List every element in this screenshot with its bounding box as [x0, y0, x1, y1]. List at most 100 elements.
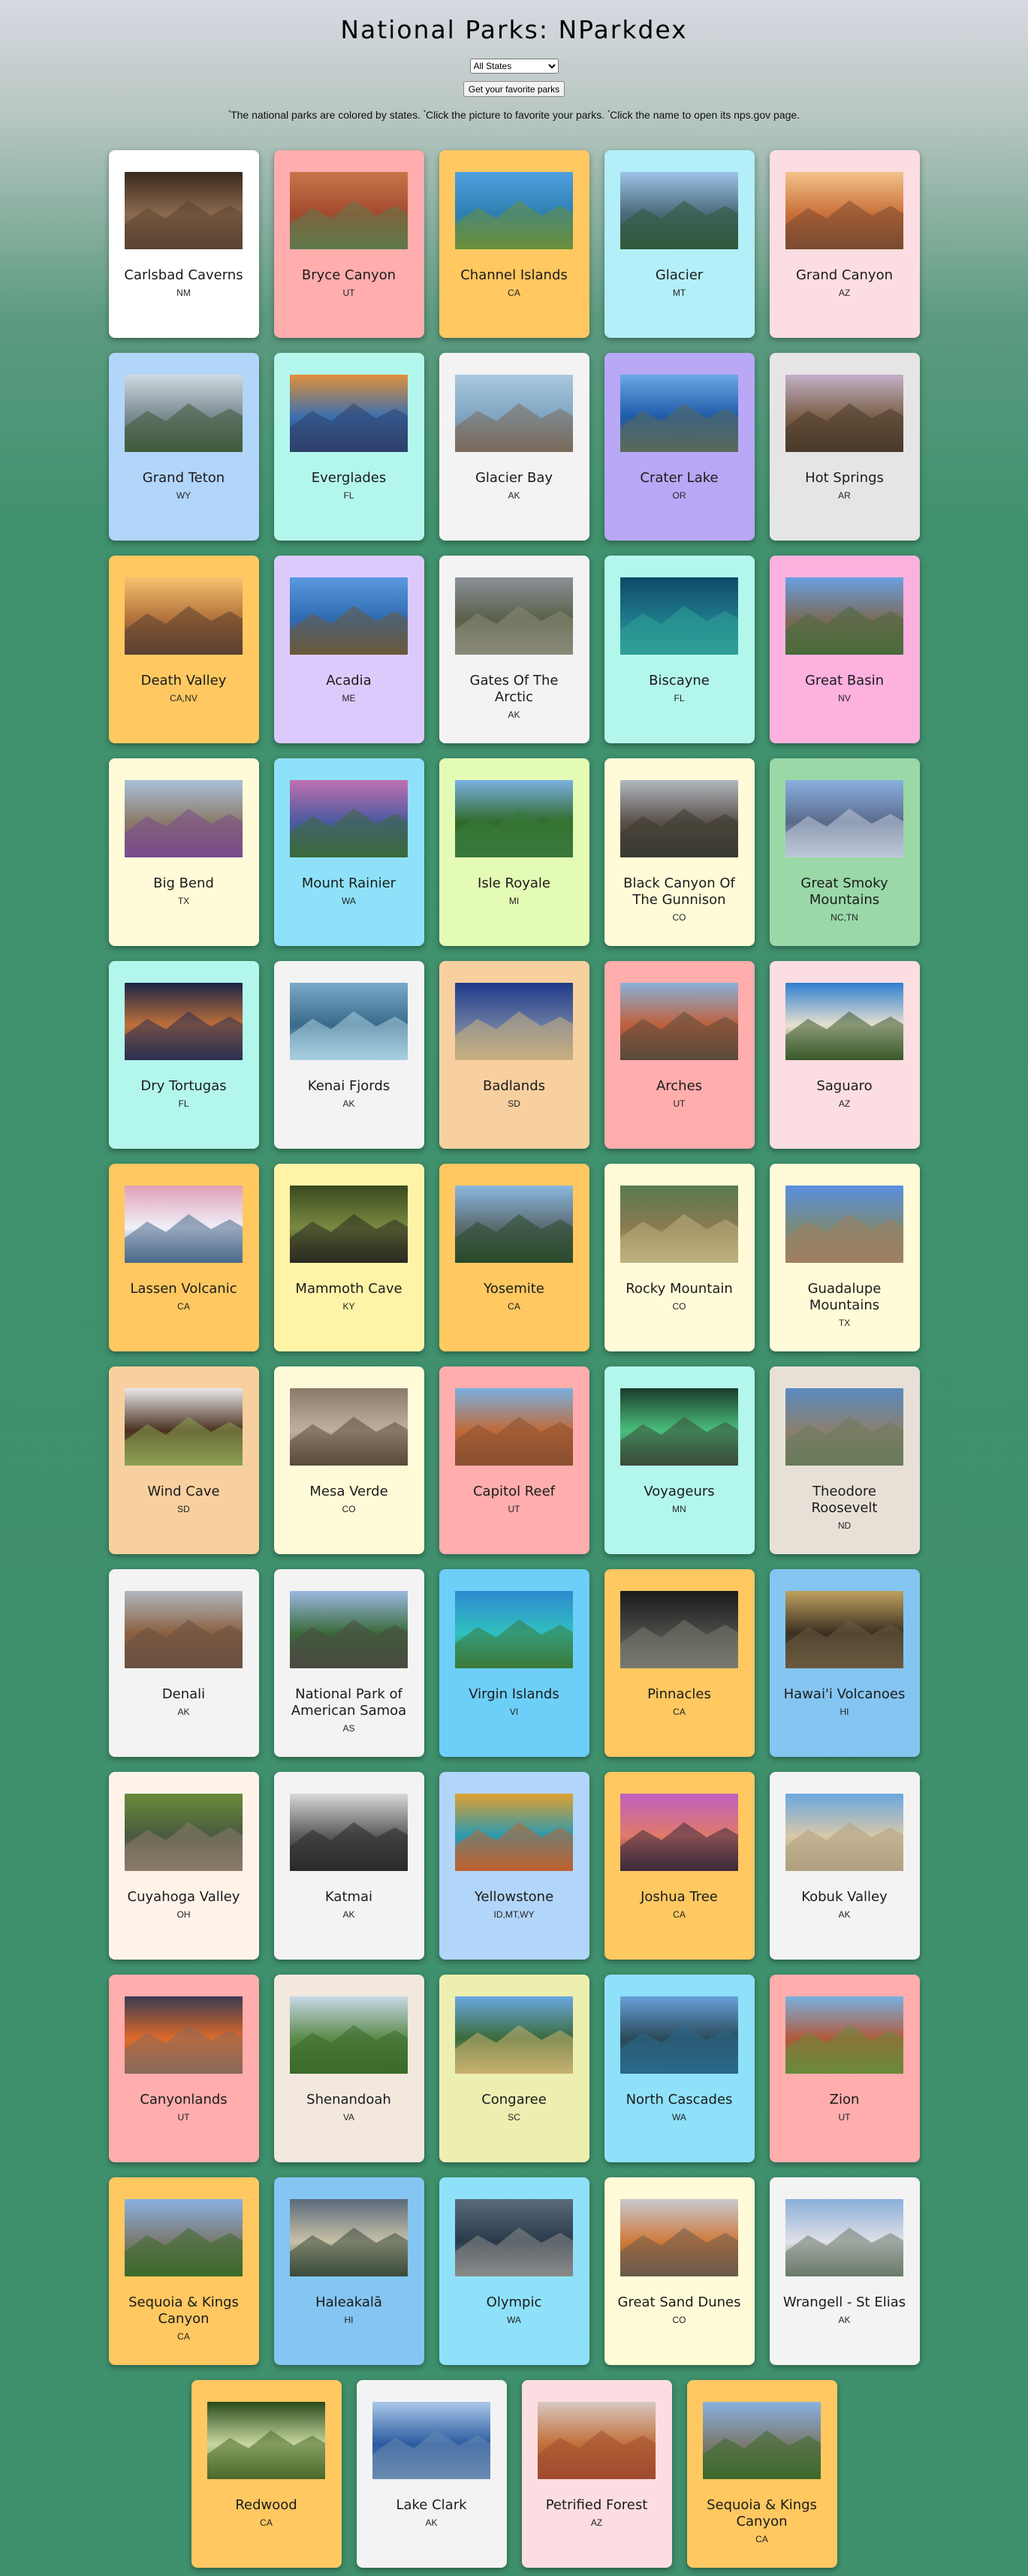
park-photo[interactable] [455, 172, 573, 249]
park-name-link[interactable]: Great Basin [791, 673, 897, 689]
park-photo[interactable] [290, 1996, 408, 2074]
park-name-link[interactable]: Saguaro [803, 1078, 885, 1095]
park-name-link[interactable]: Isle Royale [464, 875, 564, 892]
get-favorite-parks-button[interactable]: Get your favorite parks [463, 81, 565, 97]
park-name-link[interactable]: North Cascades [613, 2092, 746, 2108]
park-photo[interactable] [125, 780, 243, 857]
park-name-link[interactable]: Channel Islands [447, 267, 581, 284]
park-photo[interactable] [785, 2199, 903, 2276]
park-name-link[interactable]: Yellowstone [461, 1889, 567, 1906]
park-name-link[interactable]: Haleakalā [302, 2294, 396, 2311]
park-name-link[interactable]: Mount Rainier [288, 875, 409, 892]
park-photo[interactable] [620, 172, 738, 249]
park-name-link[interactable]: Hot Springs [791, 470, 897, 487]
park-name-link[interactable]: Katmai [312, 1889, 386, 1906]
park-name-link[interactable]: Theodore Roosevelt [770, 1484, 920, 1517]
park-photo[interactable] [125, 2199, 243, 2276]
park-photo[interactable] [785, 780, 903, 857]
park-photo[interactable] [620, 1591, 738, 1668]
park-photo[interactable] [372, 2402, 490, 2479]
park-photo[interactable] [455, 1591, 573, 1668]
park-name-link[interactable]: Sequoia & Kings Canyon [109, 2294, 259, 2327]
park-name-link[interactable]: Rocky Mountain [612, 1281, 746, 1297]
park-photo[interactable] [290, 983, 408, 1060]
park-name-link[interactable]: Big Bend [140, 875, 228, 892]
park-photo[interactable] [785, 1388, 903, 1466]
park-name-link[interactable]: Wrangell - St Elias [770, 2294, 919, 2311]
park-photo[interactable] [125, 1186, 243, 1263]
park-name-link[interactable]: Sequoia & Kings Canyon [687, 2497, 837, 2530]
park-name-link[interactable]: Bryce Canyon [288, 267, 409, 284]
park-photo[interactable] [785, 577, 903, 655]
park-photo[interactable] [620, 1388, 738, 1466]
park-name-link[interactable]: Dry Tortugas [127, 1078, 240, 1095]
park-name-link[interactable]: Great Sand Dunes [604, 2294, 755, 2311]
park-photo[interactable] [620, 375, 738, 452]
park-photo[interactable] [620, 2199, 738, 2276]
park-name-link[interactable]: Glacier Bay [462, 470, 566, 487]
park-photo[interactable] [125, 1996, 243, 2074]
park-photo[interactable] [703, 2402, 821, 2479]
park-name-link[interactable]: Wind Cave [134, 1484, 233, 1500]
park-photo[interactable] [455, 983, 573, 1060]
park-name-link[interactable]: Capitol Reef [460, 1484, 568, 1500]
park-name-link[interactable]: Grand Teton [129, 470, 238, 487]
park-photo[interactable] [290, 780, 408, 857]
park-photo[interactable] [785, 1794, 903, 1871]
park-photo[interactable] [620, 983, 738, 1060]
park-photo[interactable] [538, 2402, 656, 2479]
state-filter-select[interactable]: All States [469, 59, 559, 74]
park-name-link[interactable]: Pinnacles [634, 1686, 725, 1703]
park-name-link[interactable]: Acadia [312, 673, 384, 689]
park-photo[interactable] [125, 172, 243, 249]
park-name-link[interactable]: Redwood [222, 2497, 310, 2514]
park-photo[interactable] [125, 1388, 243, 1466]
park-photo[interactable] [785, 1996, 903, 2074]
park-photo[interactable] [125, 1794, 243, 1871]
park-photo[interactable] [785, 172, 903, 249]
park-photo[interactable] [207, 2402, 325, 2479]
park-photo[interactable] [455, 577, 573, 655]
park-name-link[interactable]: Glacier [642, 267, 716, 284]
park-photo[interactable] [620, 1996, 738, 2074]
park-name-link[interactable]: Carlsbad Caverns [110, 267, 256, 284]
park-name-link[interactable]: Biscayne [635, 673, 723, 689]
park-name-link[interactable]: Virgin Islands [455, 1686, 573, 1703]
park-photo[interactable] [785, 1591, 903, 1668]
park-name-link[interactable]: Black Canyon Of The Gunnison [604, 875, 755, 908]
park-photo[interactable] [125, 577, 243, 655]
park-name-link[interactable]: Kobuk Valley [788, 1889, 901, 1906]
park-name-link[interactable]: Yosemite [470, 1281, 558, 1297]
park-name-link[interactable]: Olympic [473, 2294, 556, 2311]
park-name-link[interactable]: Arches [643, 1078, 716, 1095]
park-name-link[interactable]: Hawai'i Volcanoes [770, 1686, 919, 1703]
park-photo[interactable] [290, 577, 408, 655]
park-name-link[interactable]: Canyonlands [126, 2092, 240, 2108]
park-name-link[interactable]: National Park of American Samoa [274, 1686, 424, 1719]
park-photo[interactable] [455, 780, 573, 857]
park-photo[interactable] [125, 983, 243, 1060]
park-photo[interactable] [290, 375, 408, 452]
park-name-link[interactable]: Death Valley [128, 673, 240, 689]
park-photo[interactable] [785, 375, 903, 452]
park-photo[interactable] [290, 2199, 408, 2276]
park-name-link[interactable]: Denali [149, 1686, 219, 1703]
park-name-link[interactable]: Congaree [468, 2092, 560, 2108]
park-name-link[interactable]: Cuyahoga Valley [114, 1889, 254, 1906]
park-name-link[interactable]: Shenandoah [293, 2092, 405, 2108]
park-photo[interactable] [455, 1794, 573, 1871]
park-name-link[interactable]: Crater Lake [626, 470, 731, 487]
park-photo[interactable] [620, 577, 738, 655]
park-photo[interactable] [125, 1591, 243, 1668]
park-photo[interactable] [785, 983, 903, 1060]
park-name-link[interactable]: Kenai Fjords [294, 1078, 403, 1095]
park-photo[interactable] [290, 172, 408, 249]
park-name-link[interactable]: Grand Canyon [782, 267, 906, 284]
park-photo[interactable] [620, 1186, 738, 1263]
park-photo[interactable] [290, 1794, 408, 1871]
park-photo[interactable] [455, 2199, 573, 2276]
park-name-link[interactable]: Mammoth Cave [282, 1281, 415, 1297]
park-name-link[interactable]: Lassen Volcanic [116, 1281, 250, 1297]
park-name-link[interactable]: Lake Clark [382, 2497, 480, 2514]
park-name-link[interactable]: Voyageurs [630, 1484, 728, 1500]
